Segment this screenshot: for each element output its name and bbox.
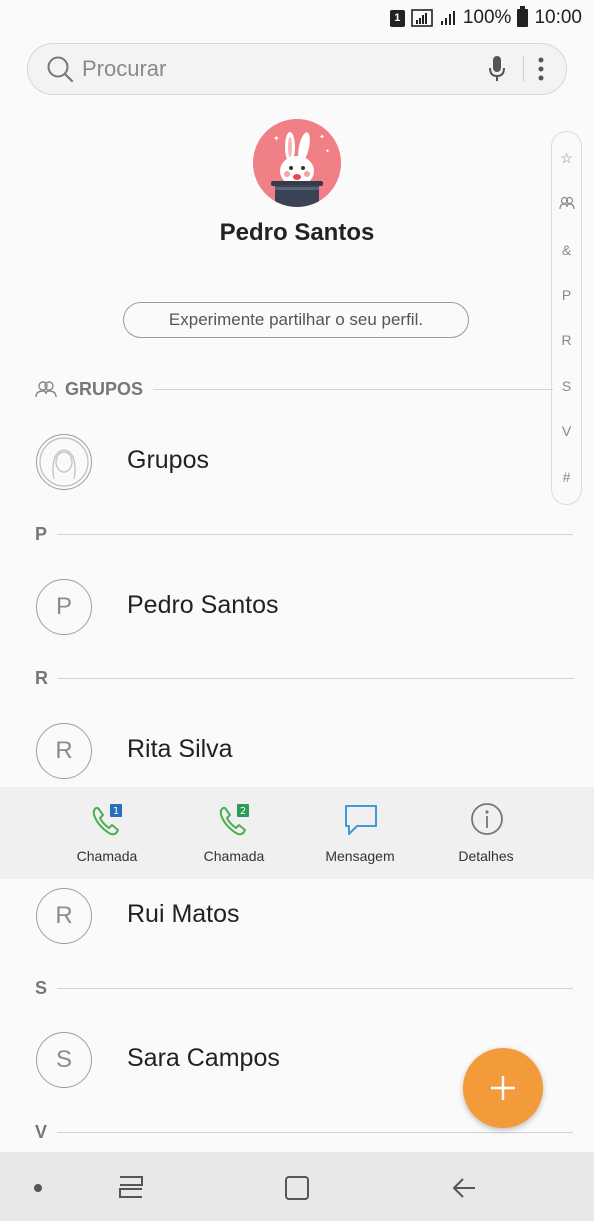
dot-icon[interactable] <box>34 1184 42 1192</box>
call-sim1-button[interactable]: 1 Chamada <box>52 802 162 872</box>
contact-name: Grupos <box>127 446 209 474</box>
call-sim2-label: Chamada <box>203 848 265 864</box>
index-groups[interactable] <box>552 196 581 213</box>
add-contact-button[interactable] <box>463 1048 543 1128</box>
section-header-groups: GRUPOS <box>35 378 554 399</box>
clock: 10:00 <box>534 7 582 28</box>
section-divider <box>153 388 554 390</box>
section-header-p: P <box>35 523 574 544</box>
message-icon <box>345 805 377 835</box>
message-button[interactable]: Mensagem <box>305 802 415 872</box>
home-icon[interactable] <box>283 1174 311 1202</box>
section-divider <box>57 533 574 535</box>
info-icon <box>471 803 503 835</box>
search-bar[interactable]: Procurar <box>27 43 567 95</box>
section-divider <box>57 1131 574 1133</box>
section-label-s: S <box>35 977 48 998</box>
signal-sim1-icon <box>411 9 433 27</box>
contact-name: Rui Matos <box>127 900 240 928</box>
sim-icon: 1 <box>389 9 405 27</box>
contact-action-bar: 1 Chamada 2 Chamada Mensagem Detalhes <box>0 787 594 879</box>
recents-icon[interactable] <box>116 1174 146 1200</box>
details-button[interactable]: Detalhes <box>431 802 541 872</box>
section-label-groups: GRUPOS <box>65 378 144 399</box>
groups-index-icon <box>558 196 575 210</box>
battery-percent: 100% <box>462 7 512 28</box>
navigation-bar <box>0 1152 594 1221</box>
section-header-r: R <box>35 668 574 688</box>
call-sim2-icon: 2 <box>219 804 249 836</box>
profile-name[interactable]: Pedro Santos <box>0 219 594 247</box>
section-header-s: S <box>35 977 574 998</box>
group-avatar-icon <box>36 434 92 490</box>
call-sim1-label: Chamada <box>76 848 138 864</box>
share-profile-button[interactable]: Experimente partilhar o seu perfil. <box>123 302 469 338</box>
message-label: Mensagem <box>325 848 395 864</box>
section-divider <box>57 987 574 989</box>
contact-avatar: R <box>36 723 92 779</box>
section-label-p: P <box>35 523 48 544</box>
svg-text:✦: ✦ <box>319 133 325 141</box>
list-item-rui-matos[interactable]: R Rui Matos <box>0 871 594 961</box>
search-divider <box>523 56 524 82</box>
contact-name: Pedro Santos <box>127 591 279 619</box>
index-r[interactable]: R <box>552 332 581 348</box>
index-favorites[interactable]: ☆ <box>552 150 581 167</box>
contact-avatar: S <box>36 1032 92 1088</box>
search-icon <box>47 56 74 83</box>
contact-avatar: R <box>36 888 92 944</box>
call-sim1-badge: 1 <box>113 806 119 817</box>
index-p[interactable]: P <box>552 287 581 303</box>
share-profile-label: Experimente partilhar o seu perfil. <box>168 310 424 329</box>
call-sim2-button[interactable]: 2 Chamada <box>179 802 289 872</box>
section-divider <box>58 677 574 679</box>
plus-icon <box>491 1076 515 1100</box>
contact-name: Sara Campos <box>127 1044 280 1072</box>
more-vert-icon[interactable] <box>538 57 544 81</box>
call-sim2-badge: 2 <box>240 806 246 817</box>
section-label-v: V <box>35 1121 48 1142</box>
search-input[interactable]: Procurar <box>82 56 487 82</box>
back-icon[interactable] <box>450 1174 478 1202</box>
call-sim1-icon: 1 <box>92 804 122 836</box>
svg-text:✦: ✦ <box>325 148 330 155</box>
profile-avatar[interactable]: ✦ ✦ ✦ <box>253 119 341 207</box>
signal-sim2-icon <box>440 11 455 25</box>
status-bar: 1 100% 10:00 <box>0 0 594 36</box>
contact-avatar: P <box>36 579 92 635</box>
battery-icon <box>517 6 529 27</box>
list-item-pedro-santos[interactable]: P Pedro Santos <box>0 562 594 652</box>
section-label-r: R <box>35 667 48 688</box>
groups-icon <box>35 381 57 398</box>
list-item-rita-silva[interactable]: R Rita Silva <box>0 706 594 796</box>
details-label: Detalhes <box>458 848 514 864</box>
contact-name: Rita Silva <box>127 735 233 763</box>
index-s[interactable]: S <box>552 378 581 394</box>
bunny-in-hat-icon: ✦ ✦ ✦ <box>253 119 341 207</box>
svg-text:✦: ✦ <box>273 134 280 143</box>
list-item-groups[interactable]: Grupos <box>0 417 594 507</box>
index-ampersand[interactable]: & <box>552 242 581 258</box>
mic-icon[interactable] <box>487 54 507 84</box>
